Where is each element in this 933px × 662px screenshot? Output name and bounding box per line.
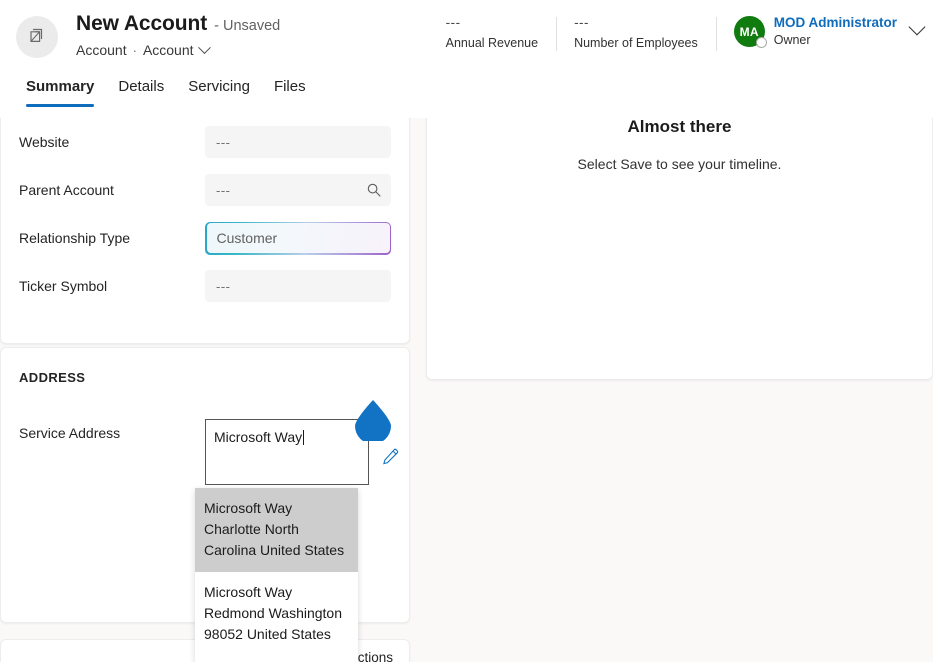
entity-breadcrumb: Account · Account — [76, 40, 280, 58]
field-label-ticker-symbol: Ticker Symbol — [19, 278, 108, 294]
form-selector-label[interactable]: Account — [143, 42, 194, 58]
stat-number-of-employees: --- Number of Employees — [556, 14, 716, 52]
right-column: Almost there Select Save to see your tim… — [426, 118, 933, 662]
stat-label: Annual Revenue — [445, 36, 539, 50]
presence-indicator-icon — [755, 37, 767, 48]
owner-role: Owner — [773, 33, 811, 47]
account-form-page: New Account - Unsaved Account · Account … — [0, 0, 933, 662]
field-value: --- — [216, 134, 231, 150]
form-body: Website --- Parent Account --- Relations… — [0, 118, 933, 662]
general-section-card: Website --- Parent Account --- Relations… — [0, 118, 410, 344]
tab-label: Summary — [26, 78, 95, 95]
pencil-icon[interactable] — [381, 447, 400, 471]
field-row-service-address: Service Address Microsoft Way — [19, 419, 399, 485]
avatar: MA — [733, 16, 767, 48]
field-row-parent-account: Parent Account --- — [19, 166, 391, 214]
address-section-title: ADDRESS — [19, 370, 86, 385]
get-directions-link[interactable]: ctions — [358, 650, 393, 662]
timeline-title: Almost there — [627, 118, 732, 136]
breadcrumb-separator: · — [132, 42, 137, 58]
relationship-type-ai-border: Customer — [205, 221, 391, 255]
header-stats-area: --- Annual Revenue --- Number of Employe… — [428, 14, 926, 52]
title-block: New Account - Unsaved Account · Account — [76, 12, 280, 58]
field-label-relationship-type: Relationship Type — [19, 230, 131, 246]
field-row-website: Website --- — [19, 118, 391, 166]
address-suggestion-list: Microsoft Way Charlotte North Carolina U… — [195, 488, 358, 662]
address-suggestion-item[interactable]: Microsoft Way Redmond Washington 98052 U… — [195, 572, 358, 662]
timeline-card: Almost there Select Save to see your tim… — [426, 118, 933, 380]
entity-type-label: Account — [76, 42, 127, 58]
field-value: Customer — [216, 230, 278, 246]
owner-name[interactable]: MOD Administrator — [774, 14, 897, 31]
tab-summary[interactable]: Summary — [14, 78, 106, 107]
field-value: --- — [216, 278, 231, 294]
ticker-symbol-input[interactable]: --- — [205, 270, 391, 302]
avatar-initials: MA — [739, 24, 759, 39]
field-label-parent-account: Parent Account — [19, 182, 114, 198]
service-address-input[interactable]: Microsoft Way — [205, 419, 369, 485]
relationship-type-input[interactable]: Customer — [206, 223, 390, 253]
form-tablist: Summary Details Servicing Files — [0, 78, 933, 118]
tab-details[interactable]: Details — [106, 78, 176, 107]
search-icon[interactable] — [366, 182, 382, 203]
field-label-service-address: Service Address — [19, 425, 121, 441]
service-address-value: Microsoft Way — [214, 429, 303, 445]
address-suggestion-item[interactable]: Microsoft Way Charlotte North Carolina U… — [195, 488, 358, 572]
stat-value: --- — [445, 15, 461, 30]
chevron-down-icon[interactable] — [197, 40, 211, 54]
field-row-relationship-type: Relationship Type Customer — [19, 214, 391, 262]
tab-label: Files — [273, 78, 306, 95]
owner-block[interactable]: MA MOD Administrator Owner — [715, 14, 897, 51]
stat-annual-revenue: --- Annual Revenue — [428, 14, 556, 52]
header-expand-button[interactable] — [908, 18, 926, 38]
page-title: New Account — [76, 12, 208, 35]
tab-servicing[interactable]: Servicing — [176, 78, 262, 107]
tab-label: Servicing — [188, 78, 250, 95]
timeline-subtitle: Select Save to see your timeline. — [577, 156, 782, 172]
unsaved-status: - Unsaved — [214, 18, 281, 34]
field-label-website: Website — [19, 134, 70, 150]
field-value: --- — [216, 182, 231, 198]
parent-account-input[interactable]: --- — [205, 174, 391, 206]
stat-label: Number of Employees — [574, 36, 698, 50]
stat-value: --- — [574, 15, 590, 30]
chevron-down-icon[interactable] — [908, 18, 926, 36]
text-cursor — [303, 430, 305, 445]
account-icon — [16, 16, 58, 58]
tab-label: Details — [118, 78, 165, 95]
field-row-ticker-symbol: Ticker Symbol --- — [19, 262, 391, 310]
tab-files[interactable]: Files — [262, 78, 318, 107]
website-input[interactable]: --- — [205, 126, 391, 158]
page-header: New Account - Unsaved Account · Account … — [0, 0, 933, 76]
